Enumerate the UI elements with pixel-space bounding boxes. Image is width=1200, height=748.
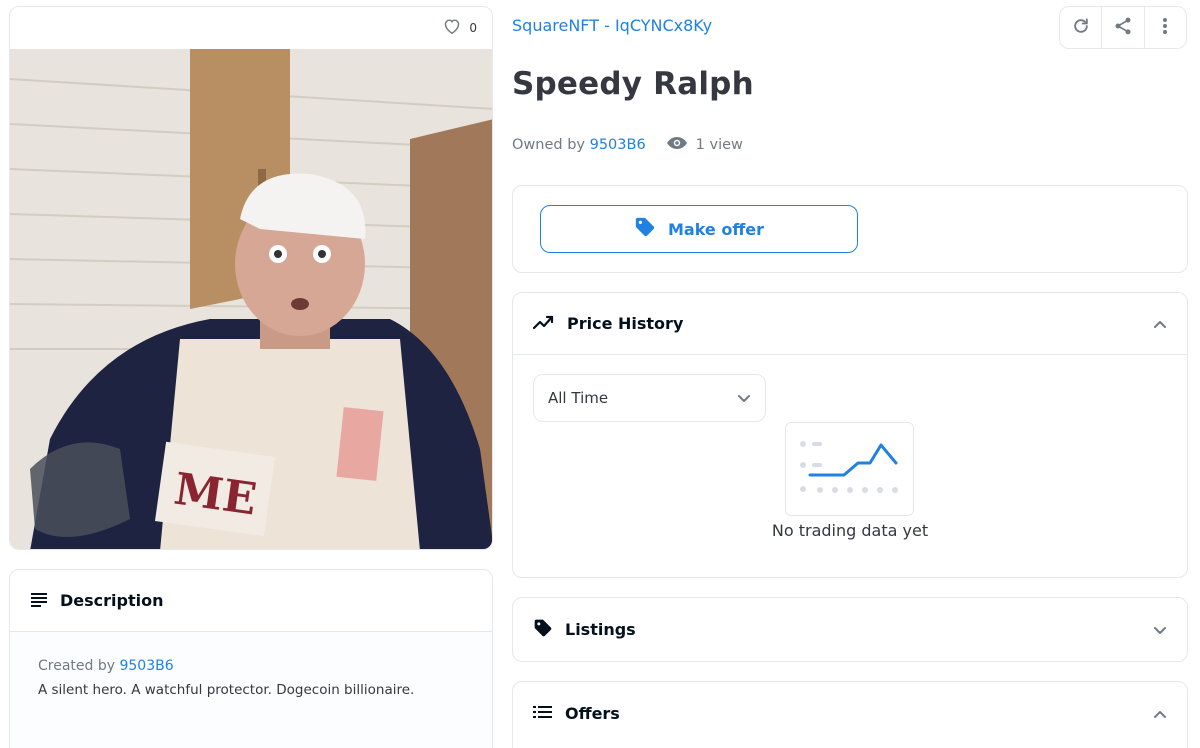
offers-title: Offers — [565, 704, 620, 723]
owner-row: Owned by 9503B6 1 view — [512, 136, 743, 154]
list-icon — [533, 704, 553, 723]
description-title: Description — [60, 591, 164, 610]
chevron-up-icon[interactable] — [1153, 704, 1167, 723]
description-text: A silent hero. A watchful protector. Dog… — [38, 682, 415, 698]
trade-panel: Make offer — [512, 185, 1188, 273]
offers-header[interactable]: Offers — [513, 682, 1187, 745]
item-toolbar — [1059, 6, 1187, 49]
created-by-row: Created by 9503B6 — [38, 658, 464, 674]
time-range-select[interactable]: All Time — [533, 374, 766, 422]
price-history-header[interactable]: Price History — [513, 293, 1187, 355]
nft-image-card: 0 ME — [9, 6, 493, 550]
views-label: 1 view — [695, 137, 743, 153]
chevron-up-icon[interactable] — [1153, 314, 1167, 333]
favorite-count: 0 — [469, 21, 477, 35]
empty-chart-illustration — [785, 422, 914, 516]
offers-panel: Offers — [512, 681, 1188, 748]
nft-image[interactable]: ME — [10, 49, 492, 549]
share-button[interactable] — [1102, 7, 1145, 48]
heart-icon[interactable] — [443, 18, 461, 38]
listings-title: Listings — [565, 620, 636, 639]
make-offer-label: Make offer — [667, 219, 765, 239]
description-panel: Description Created by 9503B6 A silent h… — [9, 569, 493, 748]
description-body: Created by 9503B6 A silent hero. A watch… — [10, 632, 492, 748]
listings-panel: Listings — [512, 597, 1188, 662]
make-offer-button[interactable]: Make offer — [540, 205, 858, 253]
no-trading-data-text: No trading data yet — [771, 521, 929, 540]
chevron-down-icon — [737, 389, 751, 407]
description-header[interactable]: Description — [10, 570, 492, 632]
refresh-icon — [1071, 16, 1091, 40]
collection-link[interactable]: SquareNFT - IqCYNCx8Ky — [512, 16, 712, 35]
share-icon — [1113, 16, 1133, 40]
item-title: Speedy Ralph — [512, 66, 754, 102]
tag-icon — [533, 618, 553, 642]
listings-header[interactable]: Listings — [513, 598, 1187, 661]
views-count: 1 view — [666, 136, 743, 154]
more-vertical-icon — [1162, 17, 1168, 39]
owned-by-label: Owned by — [512, 137, 585, 153]
more-button[interactable] — [1145, 7, 1186, 48]
creator-link[interactable]: 9503B6 — [119, 658, 173, 674]
owner-link[interactable]: 9503B6 — [590, 137, 646, 153]
time-range-value: All Time — [548, 389, 609, 407]
chevron-down-icon[interactable] — [1153, 620, 1167, 639]
image-card-header: 0 — [10, 7, 492, 49]
created-by-label: Created by — [38, 658, 116, 674]
tag-icon — [634, 216, 656, 242]
subject-icon — [30, 591, 48, 611]
price-history-panel: Price History All Time No trading data y… — [512, 292, 1188, 578]
eye-icon — [666, 136, 688, 154]
price-history-title: Price History — [567, 314, 684, 333]
trending-icon — [532, 314, 555, 334]
refresh-button[interactable] — [1060, 7, 1103, 48]
